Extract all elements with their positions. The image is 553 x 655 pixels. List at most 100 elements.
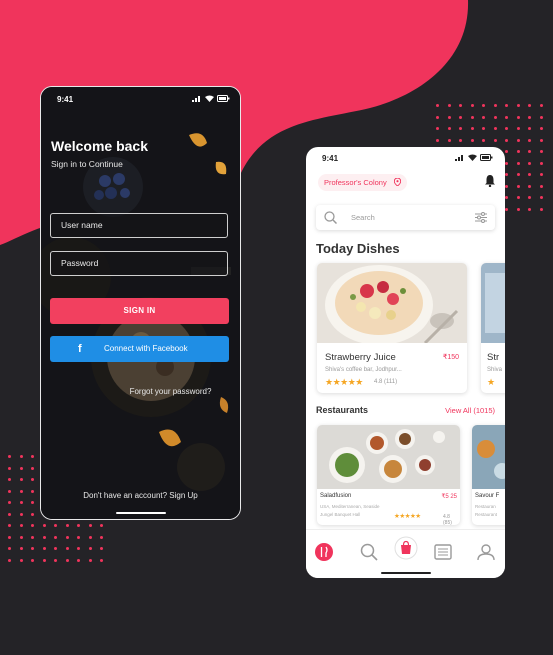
location-pin-icon <box>393 178 401 186</box>
decorative-dot <box>493 115 497 119</box>
decorative-dot <box>482 127 485 130</box>
decorative-dot <box>19 512 23 516</box>
dish-card[interactable]: Str Shiva ★ <box>481 263 505 393</box>
decorative-dot <box>516 173 520 176</box>
decorative-dot <box>100 535 103 539</box>
decorative-dot <box>436 104 439 107</box>
decorative-dot <box>31 466 34 470</box>
decorative-dot <box>447 104 451 107</box>
wifi-icon <box>468 154 477 161</box>
decorative-dot <box>470 127 474 130</box>
decorative-dot <box>19 535 23 539</box>
list-icon[interactable] <box>433 542 453 562</box>
facebook-icon: f <box>78 343 82 355</box>
signin-button[interactable]: SIGN IN <box>50 298 229 324</box>
decorative-dot <box>19 489 23 493</box>
decorative-dot <box>8 512 11 516</box>
facebook-connect-button[interactable]: f Connect with Facebook <box>50 336 229 362</box>
search-icon[interactable] <box>359 542 379 562</box>
bag-icon[interactable] <box>394 536 418 560</box>
decorative-dot <box>65 524 69 527</box>
decorative-dot <box>19 547 23 550</box>
status-bar: 9:41 <box>322 154 493 163</box>
profile-icon[interactable] <box>476 542 496 562</box>
location-label: Professor's Colony <box>324 178 387 187</box>
decorative-dot <box>42 524 46 527</box>
restaurant-address: Restaurant <box>475 512 498 517</box>
decorative-dot <box>505 138 508 142</box>
location-chip[interactable]: Professor's Colony <box>318 174 407 191</box>
decorative-dot <box>505 127 508 130</box>
decorative-dot <box>100 558 103 562</box>
decorative-dot <box>516 150 520 153</box>
decorative-dot <box>482 138 485 142</box>
forgot-password-link[interactable]: Forgot your password? <box>41 387 240 396</box>
decorative-dot <box>528 196 531 199</box>
dish-card[interactable]: Strawberry Juice ₹150 Shiva's coffee bar… <box>317 263 467 393</box>
decorative-dot <box>528 184 531 188</box>
dish-photo <box>481 263 505 343</box>
decorative-dot <box>31 455 34 458</box>
decorative-dot <box>31 524 34 527</box>
decorative-dot <box>528 104 531 107</box>
decorative-dot <box>19 455 23 458</box>
dish-rating-stars: ★★★★★ <box>325 377 363 387</box>
decorative-dot <box>54 535 57 539</box>
decorative-dot <box>88 547 92 550</box>
restaurant-card[interactable]: Saladfusion ₹5 25 USA, Mediterranean, Se… <box>317 425 460 525</box>
restaurant-rating-count: 4.8 (85) <box>443 514 452 525</box>
restaurant-card[interactable]: Savour F Restauran Restaurant <box>472 425 505 525</box>
decorative-dot <box>459 127 462 130</box>
decorative-dot <box>528 207 531 211</box>
decorative-dot <box>88 535 92 539</box>
username-input[interactable]: User name <box>50 213 228 238</box>
dish-rating-stars: ★ <box>487 377 495 387</box>
status-time: 9:41 <box>322 154 339 163</box>
view-all-link[interactable]: View All (1015) <box>445 406 495 415</box>
decorative-dot <box>77 547 80 550</box>
wifi-icon <box>205 95 214 102</box>
search-bar[interactable]: Search <box>316 205 495 230</box>
decorative-dot <box>8 466 11 470</box>
decorative-dot <box>42 535 46 539</box>
decorative-dot <box>539 161 543 165</box>
notification-bell-icon[interactable] <box>485 175 495 187</box>
decorative-dot <box>516 138 520 142</box>
decorative-dot <box>516 184 520 188</box>
decorative-dot <box>100 524 103 527</box>
decorative-dot <box>539 207 543 211</box>
dish-description: Shiva's coffee bar, Jodhpur... <box>325 367 402 373</box>
decorative-dot <box>8 535 11 539</box>
decorative-dot <box>54 558 57 562</box>
welcome-subtitle: Sign in to Continue <box>51 159 123 169</box>
dish-price: ₹150 <box>442 354 459 361</box>
dish-photo <box>317 263 467 343</box>
decorative-dot <box>447 127 451 130</box>
restaurant-price: ₹5 25 <box>441 494 458 500</box>
decorative-dot <box>459 115 462 119</box>
decorative-dot <box>505 150 508 153</box>
decorative-dot <box>19 558 23 562</box>
decorative-dot <box>65 535 69 539</box>
decorative-dot <box>31 535 34 539</box>
bottom-tab-bar <box>306 529 505 578</box>
home-indicator <box>380 572 431 574</box>
filter-icon[interactable] <box>475 212 487 223</box>
decorative-dot <box>77 535 80 539</box>
decorative-dot <box>54 524 57 527</box>
decorative-dot <box>482 104 485 107</box>
decorative-dot <box>505 104 508 107</box>
password-input[interactable]: Password <box>50 251 228 276</box>
welcome-title: Welcome back <box>51 138 149 154</box>
decorative-dot <box>436 115 439 119</box>
decorative-dot <box>54 547 57 550</box>
decorative-dot <box>505 184 508 188</box>
signup-link[interactable]: Don't have an account? Sign Up <box>41 491 240 500</box>
dishes-icon[interactable] <box>314 542 334 562</box>
decorative-dot <box>19 478 23 481</box>
decorative-dot <box>528 115 531 119</box>
decorative-dot <box>447 115 451 119</box>
search-placeholder: Search <box>351 213 375 222</box>
decorative-dot <box>470 115 474 119</box>
decorative-dot <box>8 489 11 493</box>
